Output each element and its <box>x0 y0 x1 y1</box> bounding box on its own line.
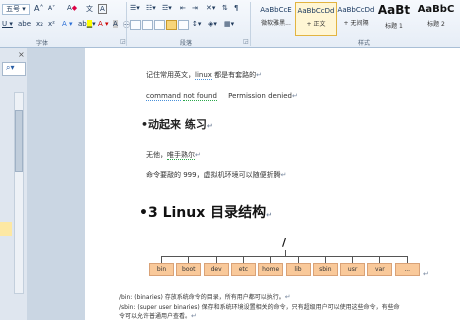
tree-connector <box>242 256 244 263</box>
tree-connector <box>324 256 326 263</box>
borders-button[interactable]: ▦▾ <box>224 20 234 28</box>
tree-connector <box>406 256 408 263</box>
font-dialog-launcher[interactable]: ◲ <box>120 38 126 45</box>
tree-node: boot <box>176 263 202 276</box>
tree-connector <box>379 256 381 263</box>
tree-node: usr <box>340 263 366 276</box>
bullets-button[interactable]: ☰▾ <box>130 4 140 12</box>
line-spacing-button[interactable]: ↕▾ <box>192 20 201 28</box>
ribbon-separator <box>250 2 251 46</box>
tree-node: ... <box>394 263 420 276</box>
justify-button[interactable] <box>166 20 177 30</box>
align-center-button[interactable] <box>142 20 153 30</box>
tree-node: lib <box>285 263 311 276</box>
paragraph-group-label: 段落 <box>180 40 193 47</box>
shrink-font-button[interactable]: A˅ <box>48 5 55 12</box>
tree-connector <box>297 256 299 263</box>
nav-selected-item[interactable] <box>0 222 12 236</box>
multilevel-list-button[interactable]: ☲▾ <box>162 4 172 12</box>
underline-button[interactable]: U ▾ <box>2 20 13 28</box>
char-shading-button[interactable]: A <box>113 20 118 28</box>
strikethrough-button[interactable]: abe <box>18 20 31 28</box>
tree-node: bin <box>149 263 174 276</box>
grow-font-button[interactable]: A˄ <box>34 4 43 13</box>
numbering-button[interactable]: ☷▾ <box>146 4 156 12</box>
show-marks-button[interactable]: ¶ <box>234 4 238 12</box>
ribbon-separator <box>126 2 127 46</box>
section-heading: •动起来 练习↵ <box>141 118 213 131</box>
pane-scroll-thumb[interactable] <box>15 110 23 172</box>
tree-node: home <box>258 263 284 276</box>
style-item[interactable]: AaBbCcE 微软雅黑... <box>256 2 296 34</box>
tree-connector <box>352 256 354 263</box>
tree-connector <box>215 256 217 263</box>
doc-line: 记住常用英文，linux 都是有套路的↵ <box>146 71 263 80</box>
close-pane-icon[interactable]: × <box>18 50 25 59</box>
style-item[interactable]: AaBt 标题 1 <box>374 2 414 34</box>
tree-node: var <box>367 263 393 276</box>
align-right-button[interactable] <box>154 20 165 30</box>
document-page[interactable]: 记住常用英文，linux 都是有套路的↵ command not found P… <box>85 48 460 320</box>
tree-connector <box>270 256 272 263</box>
phonetic-guide-button[interactable]: 文 <box>86 4 93 14</box>
chapter-heading: •3 Linux 目录结构↵ <box>139 205 273 221</box>
tree-connector <box>161 256 407 257</box>
font-color-button[interactable]: A ▾ <box>98 20 109 28</box>
highlight-button[interactable]: ab▁▾ <box>78 20 96 28</box>
subscript-button[interactable]: x₂ <box>36 20 43 28</box>
search-icon[interactable]: ⌕▾ <box>6 63 15 73</box>
shading-button[interactable]: ◈▾ <box>208 20 217 28</box>
ribbon: 五号 ▾ A˄ A˅ A◆ 文 A U ▾ abe x₂ x² A ▾ ab▁▾… <box>0 0 460 48</box>
font-size-value: 五号 <box>6 5 20 13</box>
paragraph-dialog-launcher[interactable]: ◲ <box>243 38 249 45</box>
tree-node: etc <box>230 263 256 276</box>
distributed-button[interactable] <box>178 20 189 30</box>
increase-indent-button[interactable]: ⇥ <box>192 4 198 12</box>
font-group-label: 字体 <box>36 40 49 47</box>
style-item[interactable]: AaBbCcDd + 无间隔 <box>336 2 376 34</box>
decrease-indent-button[interactable]: ⇤ <box>180 4 186 12</box>
chinese-layout-button[interactable]: ✕▾ <box>206 4 215 12</box>
clear-format-button[interactable]: A◆ <box>67 4 77 12</box>
doc-line: /sbin: (super user binaries) 保存和系统环境设置相关… <box>119 304 400 311</box>
document-margin-area <box>27 48 85 320</box>
superscript-button[interactable]: x² <box>48 20 55 28</box>
doc-line: /bin: (binaries) 存放系统命令的目录，所有用户都可以执行。↵ <box>119 293 291 301</box>
tree-root-label: / <box>282 236 287 249</box>
paragraph-mark: ↵ <box>423 270 429 278</box>
style-item[interactable]: AaBbCcDd + 正文 <box>295 2 337 36</box>
tree-node: sbin <box>312 263 338 276</box>
tree-connector <box>188 256 190 263</box>
styles-group-label: 样式 <box>358 40 371 47</box>
doc-line: command not found Permission denied↵ <box>146 92 298 101</box>
doc-line: 命令要敲的 999，虚拟机环境可以随便折腾↵ <box>146 171 287 179</box>
tree-connector <box>161 256 162 263</box>
sort-button[interactable]: ⇅ <box>222 4 228 12</box>
style-item[interactable]: AaBbC 标题 2 <box>414 2 458 34</box>
align-left-button[interactable] <box>130 20 141 30</box>
doc-line: 令可以允许普通用户查看。↵ <box>119 312 197 320</box>
tree-node: dev <box>203 263 229 276</box>
char-border-button[interactable]: A <box>98 4 107 14</box>
doc-line: 无他，唯手熟尔↵ <box>146 151 201 160</box>
text-effect-button[interactable]: A ▾ <box>62 20 73 28</box>
font-size-dropdown[interactable]: 五号 ▾ <box>2 4 30 15</box>
